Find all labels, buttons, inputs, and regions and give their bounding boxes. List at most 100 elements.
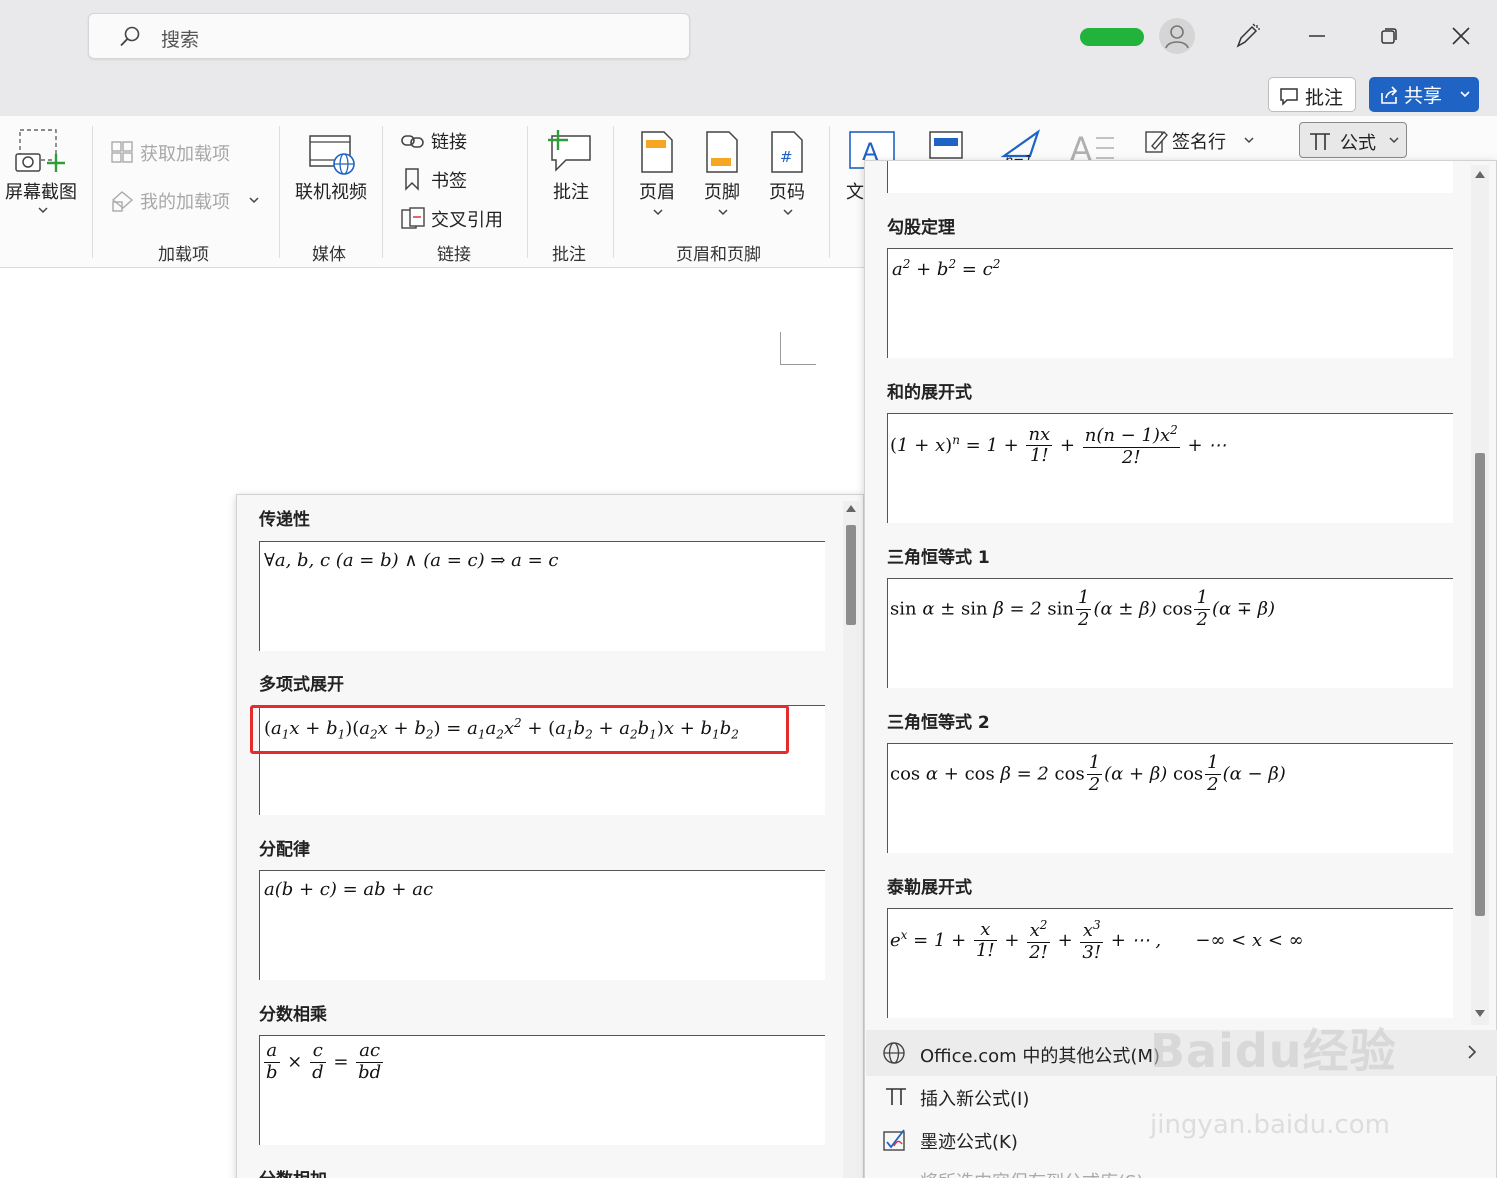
signature-icon (1145, 130, 1168, 153)
search-box[interactable]: 搜索 (88, 13, 690, 59)
chevron-down-icon[interactable] (37, 206, 49, 216)
formula-label: 公式 (1340, 133, 1376, 154)
link-label[interactable]: 链接 (431, 128, 467, 154)
bookmark-label[interactable]: 书签 (431, 167, 467, 193)
footer-icon[interactable] (705, 130, 739, 174)
equation-item[interactable]: ∀a, b, c (a = b) ∧ (a = c) ⇒ a = c (259, 541, 825, 651)
equation-text: a(b + c) = ab + ac (264, 879, 434, 900)
pen-icon[interactable] (1233, 22, 1261, 50)
section-title: 传递性 (259, 510, 310, 530)
equation-item[interactable]: ab × cd = ac bd (259, 1035, 825, 1145)
equation-item[interactable]: sin α ± sin β = 2 sin 1 2 (α ± β) cos 1 2 (α ∓… (887, 578, 1453, 688)
header-icon[interactable] (640, 130, 674, 174)
scroll-down-icon[interactable] (1474, 1009, 1486, 1019)
watermark-logo: Baidu经验 (1150, 1024, 1397, 1078)
get-addins-label[interactable]: 获取加载项 (140, 140, 230, 166)
store-icon (111, 141, 133, 163)
bookmark-icon (405, 168, 419, 191)
group-label-addins: 加载项 (158, 245, 209, 265)
restore-icon[interactable] (1375, 22, 1403, 50)
comment-icon (1280, 88, 1298, 106)
comment-ribbon-label[interactable]: 批注 (553, 178, 589, 204)
status-pill (1080, 28, 1144, 46)
svg-text:A: A (1070, 130, 1092, 162)
formula-button[interactable]: 公式 (1299, 122, 1407, 158)
cross-reference-icon (401, 207, 425, 229)
header-label[interactable]: 页眉 (639, 178, 675, 204)
equation-item[interactable]: (1 + x)n = 1 + nx 1! + n(n − 1)x2 2! + ⋯ (887, 413, 1453, 523)
menu-insert-new-label[interactable]: 插入新公式(I) (920, 1085, 1029, 1111)
section-title: 多项式展开 (259, 675, 344, 695)
scrollbar-thumb[interactable] (846, 525, 856, 625)
screenshot-label[interactable]: 屏幕截图 (5, 178, 77, 204)
quick-parts-icon[interactable] (928, 130, 964, 160)
search-placeholder: 搜索 (161, 29, 200, 51)
equation-text: (1 + x)n = 1 + nx 1! + n(n − 1)x2 2! + ⋯ (890, 423, 1227, 468)
menu-save-selection-label[interactable]: 将所选内容保存到公式库(S)... (920, 1168, 1161, 1178)
comment-label: 批注 (1305, 87, 1344, 109)
scrollbar-thumb[interactable] (1475, 453, 1485, 916)
equation-item[interactable]: cos α + cos β = 2 cos 1 2 (α + β) cos 1 2 (α −… (887, 743, 1453, 853)
equation-text: ex = 1 + x 1! + x2 2! + x3 3! + ⋯ , −∞ < x … (890, 918, 1304, 963)
section-title: 和的展开式 (887, 383, 972, 403)
my-addins-icon (111, 191, 134, 212)
chevron-down-icon[interactable] (1459, 88, 1471, 100)
equation-item[interactable]: ex = 1 + x 1! + x2 2! + x3 3! + ⋯ , −∞ < x … (887, 908, 1453, 1018)
equation-item[interactable]: a2 + b2 = c2 (887, 248, 1453, 358)
group-label-media: 媒体 (312, 245, 346, 265)
section-title: 三角恒等式 2 (887, 713, 990, 733)
chevron-down-icon[interactable] (248, 196, 260, 206)
equation-text: sin α ± sin β = 2 sin 1 2 (α ± β) cos 1 2 (α ∓… (890, 587, 1276, 630)
my-addins-label[interactable]: 我的加载项 (140, 188, 230, 214)
comment-button[interactable]: 批注 (1268, 77, 1356, 112)
equation-text: ab × cd = ac bd (264, 1040, 384, 1083)
section-title: 分数相加 (259, 1165, 327, 1178)
group-label-comments: 批注 (552, 245, 586, 265)
equation-item[interactable] (887, 161, 1453, 193)
globe-icon (883, 1042, 905, 1064)
online-video-icon[interactable] (308, 132, 358, 176)
chevron-down-icon[interactable] (782, 208, 794, 218)
new-comment-icon[interactable] (546, 128, 594, 172)
chevron-down-icon[interactable] (652, 208, 664, 218)
share-label: 共享 (1404, 85, 1443, 107)
equation-gallery-left: 传递性 ∀a, b, c (a = b) ∧ (a = c) ⇒ a = c 多… (236, 494, 864, 1178)
chevron-down-icon[interactable] (1388, 136, 1400, 146)
link-icon (401, 135, 424, 148)
online-video-label[interactable]: 联机视频 (295, 178, 367, 204)
page-number-label[interactable]: 页码 (769, 178, 805, 204)
page-margin-marker (780, 332, 816, 365)
footer-label[interactable]: 页脚 (704, 178, 740, 204)
section-title: 泰勒展开式 (887, 878, 972, 898)
scroll-up-icon[interactable] (845, 503, 857, 513)
group-label-links: 链接 (437, 245, 471, 265)
pi-icon (886, 1088, 906, 1105)
section-title: 分配律 (259, 840, 310, 860)
signature-line-label[interactable]: 签名行 (1172, 128, 1226, 154)
screenshot-icon[interactable] (14, 128, 66, 176)
close-icon[interactable] (1447, 22, 1475, 50)
chevron-right-icon[interactable] (1466, 1044, 1478, 1060)
section-title: 分数相乘 (259, 1005, 327, 1025)
chevron-down-icon[interactable] (1243, 136, 1255, 146)
section-title: 勾股定理 (887, 218, 955, 238)
menu-more-office-label[interactable]: Office.com 中的其他公式(M) (920, 1042, 1160, 1068)
equation-item[interactable]: a(b + c) = ab + ac (259, 870, 825, 980)
chevron-down-icon[interactable] (717, 208, 729, 218)
cross-reference-label[interactable]: 交叉引用 (431, 206, 503, 232)
page-number-icon[interactable]: # (770, 130, 804, 174)
scroll-up-icon[interactable] (1474, 169, 1486, 179)
textbox-label[interactable]: 文 (846, 178, 864, 204)
watermark-url: jingyan.baidu.com (1150, 1110, 1390, 1140)
ink-equation-icon (883, 1129, 905, 1151)
menu-ink-equation-label[interactable]: 墨迹公式(K) (920, 1128, 1018, 1154)
share-icon (1381, 86, 1398, 104)
equation-text: a2 + b2 = c2 (892, 257, 1001, 280)
dropcap-icon[interactable]: A (1070, 130, 1116, 162)
share-button[interactable]: 共享 (1369, 77, 1479, 112)
minimize-icon[interactable] (1303, 22, 1331, 50)
avatar[interactable] (1159, 18, 1195, 54)
highlight-box (250, 705, 789, 754)
svg-text:#: # (780, 148, 793, 166)
section-title: 三角恒等式 1 (887, 548, 990, 568)
